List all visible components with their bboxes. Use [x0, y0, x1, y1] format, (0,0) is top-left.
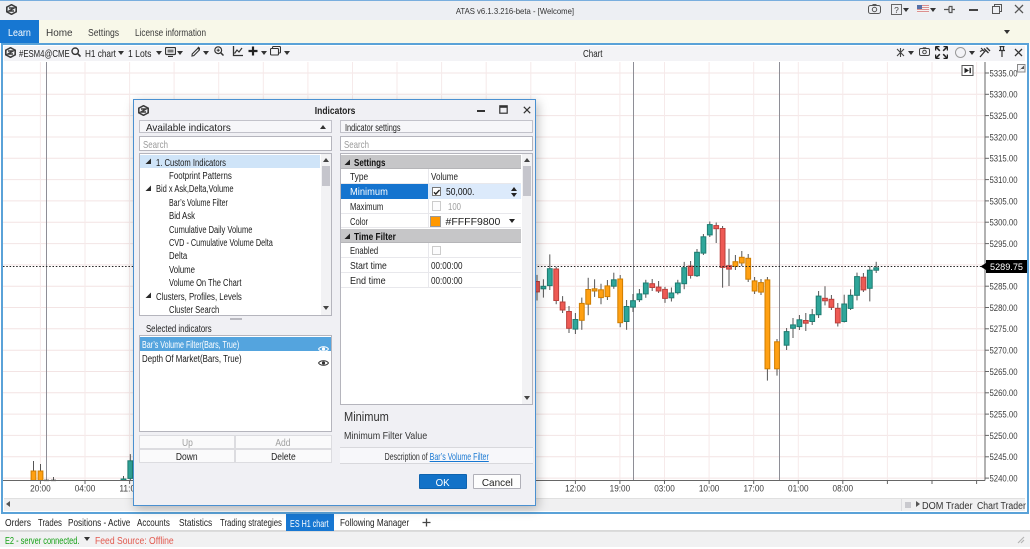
svg-text:5315.00: 5315.00: [990, 154, 1018, 165]
svg-text:17:00: 17:00: [743, 484, 764, 495]
svg-text:5280.00: 5280.00: [990, 303, 1018, 314]
svg-text:01:00: 01:00: [788, 484, 809, 495]
svg-text:5275.00: 5275.00: [990, 324, 1018, 335]
svg-text:5265.00: 5265.00: [990, 367, 1018, 378]
svg-text:5320.00: 5320.00: [990, 132, 1018, 143]
svg-text:08:00: 08:00: [833, 484, 854, 495]
svg-text:10:00: 10:00: [699, 484, 720, 495]
svg-text:5330.00: 5330.00: [990, 90, 1018, 101]
svg-text:19:00: 19:00: [610, 484, 631, 495]
svg-text:5260.00: 5260.00: [990, 388, 1018, 399]
svg-text:03:00: 03:00: [654, 484, 675, 495]
svg-text:5289.75: 5289.75: [990, 262, 1023, 273]
svg-text:5250.00: 5250.00: [990, 431, 1018, 442]
svg-text:20:00: 20:00: [30, 484, 51, 495]
svg-text:5325.00: 5325.00: [990, 111, 1018, 122]
svg-text:5240.00: 5240.00: [990, 474, 1018, 485]
svg-text:5255.00: 5255.00: [990, 410, 1018, 421]
svg-text:5270.00: 5270.00: [990, 346, 1018, 357]
svg-text:5310.00: 5310.00: [990, 175, 1018, 186]
svg-text:5300.00: 5300.00: [990, 218, 1018, 229]
svg-text:5305.00: 5305.00: [990, 196, 1018, 207]
svg-text:5285.00: 5285.00: [990, 282, 1018, 293]
svg-text:04:00: 04:00: [75, 484, 96, 495]
svg-text:12:00: 12:00: [565, 484, 586, 495]
svg-text:5335.00: 5335.00: [990, 68, 1018, 79]
svg-text:5295.00: 5295.00: [990, 239, 1018, 250]
svg-text:5245.00: 5245.00: [990, 452, 1018, 463]
